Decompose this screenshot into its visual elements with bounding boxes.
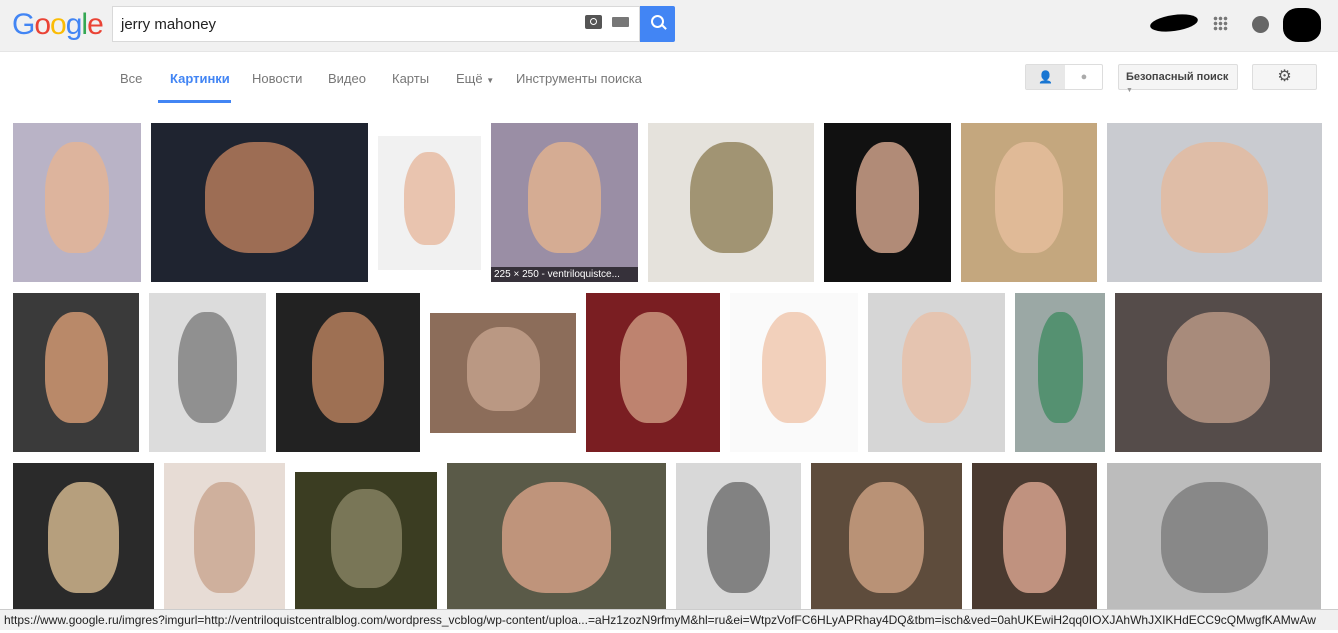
image-thumbnail <box>855 142 920 254</box>
image-thumbnail <box>466 326 540 411</box>
image-result[interactable] <box>730 293 858 452</box>
image-result[interactable] <box>13 463 154 622</box>
image-result[interactable] <box>824 123 951 282</box>
image-result[interactable] <box>430 312 576 433</box>
image-thumbnail <box>762 312 826 424</box>
chevron-down-icon: ▼ <box>486 76 495 85</box>
tab-search-tools[interactable]: Инструменты поиска <box>516 71 642 86</box>
image-thumbnail <box>1037 312 1083 424</box>
image-thumbnail <box>689 142 773 254</box>
image-result[interactable] <box>1107 463 1321 622</box>
notifications-icon[interactable] <box>1252 16 1269 33</box>
image-thumbnail <box>902 312 971 424</box>
personal-results-icon[interactable]: 👤 <box>1026 65 1065 89</box>
settings-button[interactable]: ⚙ <box>1252 64 1317 90</box>
image-thumbnail <box>1160 482 1268 594</box>
avatar[interactable] <box>1283 8 1321 42</box>
image-thumbnail <box>501 482 612 594</box>
image-thumbnail <box>1160 142 1269 254</box>
tab-more[interactable]: Ещё ▼ <box>456 71 494 86</box>
apps-grid-icon[interactable] <box>1213 16 1228 31</box>
image-thumbnail <box>707 482 770 594</box>
image-thumbnail <box>330 488 402 588</box>
camera-icon[interactable] <box>585 15 602 29</box>
image-row <box>13 463 1327 622</box>
google-logo[interactable]: Google <box>12 8 104 42</box>
image-result[interactable] <box>676 463 801 622</box>
image-result[interactable]: 225 × 250 - ventriloquistce... <box>491 123 638 282</box>
image-thumbnail <box>619 312 687 424</box>
image-caption: 225 × 250 - ventriloquistce... <box>491 267 638 282</box>
image-thumbnail <box>403 151 456 246</box>
header: Google jerry mahoney <box>0 0 1338 52</box>
image-result[interactable] <box>1115 293 1322 452</box>
image-row <box>13 293 1327 452</box>
tab-all[interactable]: Все <box>120 71 142 86</box>
image-result[interactable] <box>378 135 481 270</box>
tab-images[interactable]: Картинки <box>170 71 230 86</box>
search-button[interactable] <box>640 6 675 42</box>
results-toggle: 👤 ● <box>1025 64 1103 90</box>
image-result[interactable] <box>13 293 139 452</box>
globe-icon[interactable]: ● <box>1065 65 1103 89</box>
image-thumbnail <box>995 142 1063 254</box>
image-result[interactable] <box>276 293 420 452</box>
image-thumbnail <box>45 142 109 254</box>
image-result[interactable] <box>648 123 814 282</box>
image-result[interactable] <box>13 123 141 282</box>
search-input[interactable]: jerry mahoney <box>112 6 640 42</box>
status-bar-url: https://www.google.ru/imgres?imgurl=http… <box>0 609 1338 630</box>
image-thumbnail <box>1003 482 1066 594</box>
image-result[interactable] <box>447 463 666 622</box>
keyboard-icon[interactable] <box>612 17 629 27</box>
active-tab-indicator <box>158 100 231 103</box>
image-result[interactable] <box>295 471 437 614</box>
image-thumbnail <box>848 482 925 594</box>
image-result[interactable] <box>868 293 1005 452</box>
image-results-grid: 225 × 250 - ventriloquistce... <box>13 123 1327 633</box>
tab-more-label: Ещё <box>456 71 483 86</box>
image-result[interactable] <box>151 123 368 282</box>
image-thumbnail <box>312 312 384 424</box>
safe-search-label: Безопасный поиск <box>1126 71 1229 83</box>
tab-video[interactable]: Видео <box>328 71 366 86</box>
redacted-username <box>1149 11 1199 35</box>
tab-news[interactable]: Новости <box>252 71 302 86</box>
image-thumbnail <box>1166 312 1271 424</box>
image-result[interactable] <box>149 293 266 452</box>
image-thumbnail <box>194 482 255 594</box>
safe-search-dropdown[interactable]: Безопасный поиск ▼ <box>1118 64 1238 94</box>
image-thumbnail <box>48 482 119 594</box>
image-result[interactable] <box>811 463 962 622</box>
image-thumbnail <box>178 312 237 424</box>
image-thumbnail <box>527 142 602 254</box>
image-result[interactable] <box>1107 123 1322 282</box>
image-row: 225 × 250 - ventriloquistce... <box>13 123 1327 282</box>
image-thumbnail <box>44 312 108 424</box>
image-result[interactable] <box>972 463 1097 622</box>
image-result[interactable] <box>586 293 720 452</box>
tab-maps[interactable]: Карты <box>392 71 429 86</box>
chevron-down-icon: ▼ <box>1126 87 1133 94</box>
image-result[interactable] <box>164 463 285 622</box>
image-result[interactable] <box>1015 293 1105 452</box>
gear-icon: ⚙ <box>1277 68 1292 85</box>
image-thumbnail <box>205 142 314 254</box>
image-result[interactable] <box>961 123 1097 282</box>
